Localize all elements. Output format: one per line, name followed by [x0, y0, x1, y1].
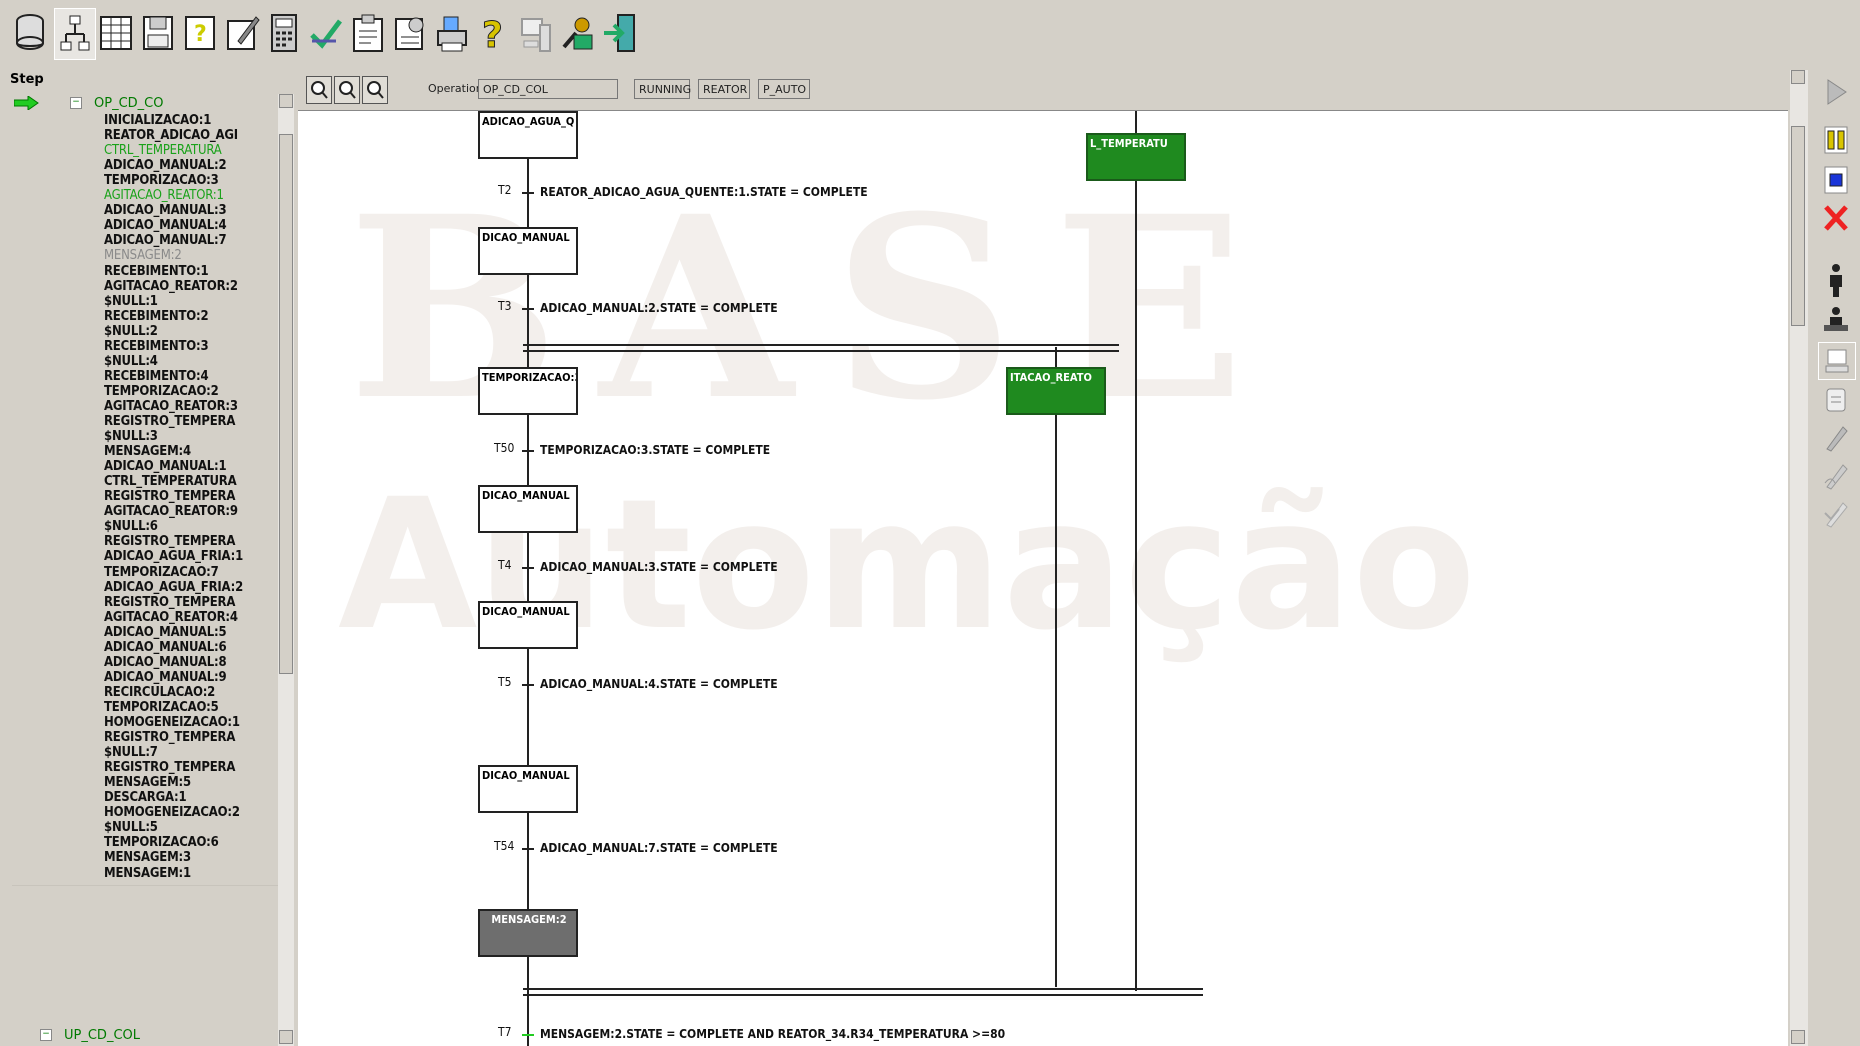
tree-root-label: OP_CD_CO: [94, 95, 164, 111]
edit-icon[interactable]: [222, 8, 262, 58]
parallel-join-line: [523, 988, 1203, 990]
pause-icon[interactable]: [1818, 122, 1854, 158]
scroll-down-icon[interactable]: [279, 1030, 293, 1044]
main-toolbar: ? ?: [0, 0, 1860, 70]
transition-condition[interactable]: ADICAO_MANUAL:4.STATE = COMPLETE: [540, 677, 778, 692]
transition-bar: [522, 848, 534, 850]
svg-text:?: ?: [482, 15, 503, 55]
collapse-icon[interactable]: −: [70, 97, 82, 109]
step-box-ctrl-temperatura[interactable]: L_TEMPERATU: [1086, 133, 1186, 181]
sfc-diagram-canvas[interactable]: BASE Automação ADICAO_AGUA_Q DICAO_MANUA…: [298, 111, 1788, 1046]
scroll-thumb[interactable]: [279, 134, 293, 674]
log-icon[interactable]: [1818, 382, 1854, 418]
transition-id: T3: [498, 299, 512, 313]
zoom-out-icon[interactable]: [334, 76, 360, 104]
transition-condition[interactable]: REATOR_ADICAO_AGUA_QUENTE:1.STATE = COMP…: [540, 185, 868, 200]
step-panel-label: Step: [10, 72, 44, 87]
transition-bar: [522, 684, 534, 686]
step-box[interactable]: ADICAO_AGUA_Q: [478, 111, 578, 159]
workstation-icon[interactable]: [1818, 342, 1856, 380]
check-icon[interactable]: [306, 8, 346, 58]
step-panel: Step − OP_CD_CO INICIALIZACAO:1 REATOR_AD…: [8, 70, 294, 1046]
transition-condition[interactable]: ADICAO_MANUAL:2.STATE = COMPLETE: [540, 301, 778, 316]
transition-id: T4: [498, 558, 512, 572]
scroll-down-icon[interactable]: [1791, 1030, 1805, 1044]
scroll-up-icon[interactable]: [1791, 70, 1805, 84]
question-icon[interactable]: ?: [474, 8, 514, 58]
approve-icon[interactable]: [1818, 496, 1854, 532]
side-toolbar: [1812, 70, 1860, 1046]
current-step-arrow-icon: [13, 95, 40, 111]
diagram-scrollbar[interactable]: [1790, 70, 1808, 1046]
zoom-in-icon[interactable]: [306, 76, 332, 104]
transition-bar: [522, 450, 534, 452]
help-doc-icon[interactable]: ?: [180, 8, 220, 58]
save-icon[interactable]: [138, 8, 178, 58]
transition-condition[interactable]: ADICAO_MANUAL:7.STATE = COMPLETE: [540, 841, 778, 856]
clipboard-icon[interactable]: [348, 8, 388, 58]
zoom-fit-icon[interactable]: [362, 76, 388, 104]
agit-branch-line: [1055, 347, 1057, 987]
operator-icon[interactable]: [1818, 262, 1854, 298]
svg-text:?: ?: [194, 22, 207, 47]
step-box[interactable]: DICAO_MANUAL: [478, 765, 578, 813]
scroll-thumb[interactable]: [1791, 126, 1805, 326]
ctrl-branch-line: [1135, 111, 1137, 991]
operation-field: OP_CD_COL: [478, 79, 618, 99]
user-key-icon[interactable]: [558, 8, 598, 58]
step-box[interactable]: DICAO_MANUAL: [478, 485, 578, 533]
tree-root-label: UP_CD_COL: [64, 1027, 140, 1043]
pen-icon[interactable]: [1818, 420, 1854, 456]
transition-bar: [522, 567, 534, 569]
transition-condition[interactable]: TEMPORIZACAO:3.STATE = COMPLETE: [540, 443, 770, 458]
diagram-header: Operation OP_CD_COL RUNNING REATOR P_AUT…: [298, 70, 1788, 111]
transition-id: T50: [494, 441, 515, 455]
abort-icon[interactable]: [1818, 200, 1854, 236]
collapse-icon[interactable]: −: [40, 1029, 52, 1041]
step-box-mensagem[interactable]: MENSAGEM:2: [478, 909, 578, 957]
calculator-icon[interactable]: [264, 8, 304, 58]
database-icon[interactable]: [10, 8, 50, 58]
tree-icon[interactable]: [54, 8, 96, 60]
play-icon[interactable]: [1818, 74, 1854, 110]
grid-icon[interactable]: [96, 8, 136, 58]
stop-icon[interactable]: [1818, 162, 1854, 198]
exit-icon[interactable]: [600, 8, 640, 58]
step-item-label: MENSAGEM:1: [104, 865, 191, 881]
step-list-scrollbar[interactable]: [278, 94, 294, 1046]
parallel-join-line-2: [523, 994, 1203, 996]
transition-id: T5: [498, 675, 512, 689]
transition-id: T7: [498, 1025, 512, 1039]
transition-bar: [522, 308, 534, 310]
unit-field: REATOR: [698, 79, 750, 99]
operator-desk-icon[interactable]: [1818, 302, 1854, 338]
transition-bar-active: [522, 1034, 534, 1036]
sign-icon[interactable]: [1818, 458, 1854, 494]
parallel-split-line-2: [523, 350, 1119, 352]
step-box[interactable]: TEMPORIZACAO:3: [478, 367, 578, 415]
step-tree: − OP_CD_CO INICIALIZACAO:1 REATOR_ADICAO_…: [12, 94, 294, 1046]
step-box[interactable]: DICAO_MANUAL: [478, 601, 578, 649]
transition-condition[interactable]: MENSAGEM:2.STATE = COMPLETE AND REATOR_3…: [540, 1027, 1005, 1042]
tree-root-up-cd-col[interactable]: − UP_CD_COL: [12, 1026, 294, 1044]
operation-label: Operation: [428, 82, 483, 95]
transition-id: T54: [494, 839, 515, 853]
step-box-agitacao-reator[interactable]: ITACAO_REATO: [1006, 367, 1106, 415]
monitor-icon[interactable]: [516, 8, 556, 58]
transition-id: T2: [498, 183, 512, 197]
parallel-split-line: [523, 344, 1119, 346]
mode-field: P_AUTO: [758, 79, 810, 99]
printer-icon[interactable]: [432, 8, 472, 58]
status-field: RUNNING: [634, 79, 691, 99]
scroll-up-icon[interactable]: [279, 94, 293, 108]
step-box[interactable]: DICAO_MANUAL: [478, 227, 578, 275]
report-icon[interactable]: [390, 8, 430, 58]
transition-condition[interactable]: ADICAO_MANUAL:3.STATE = COMPLETE: [540, 560, 778, 575]
tree-root-op-cd-co[interactable]: − OP_CD_CO: [12, 94, 294, 112]
transition-bar: [522, 192, 534, 194]
